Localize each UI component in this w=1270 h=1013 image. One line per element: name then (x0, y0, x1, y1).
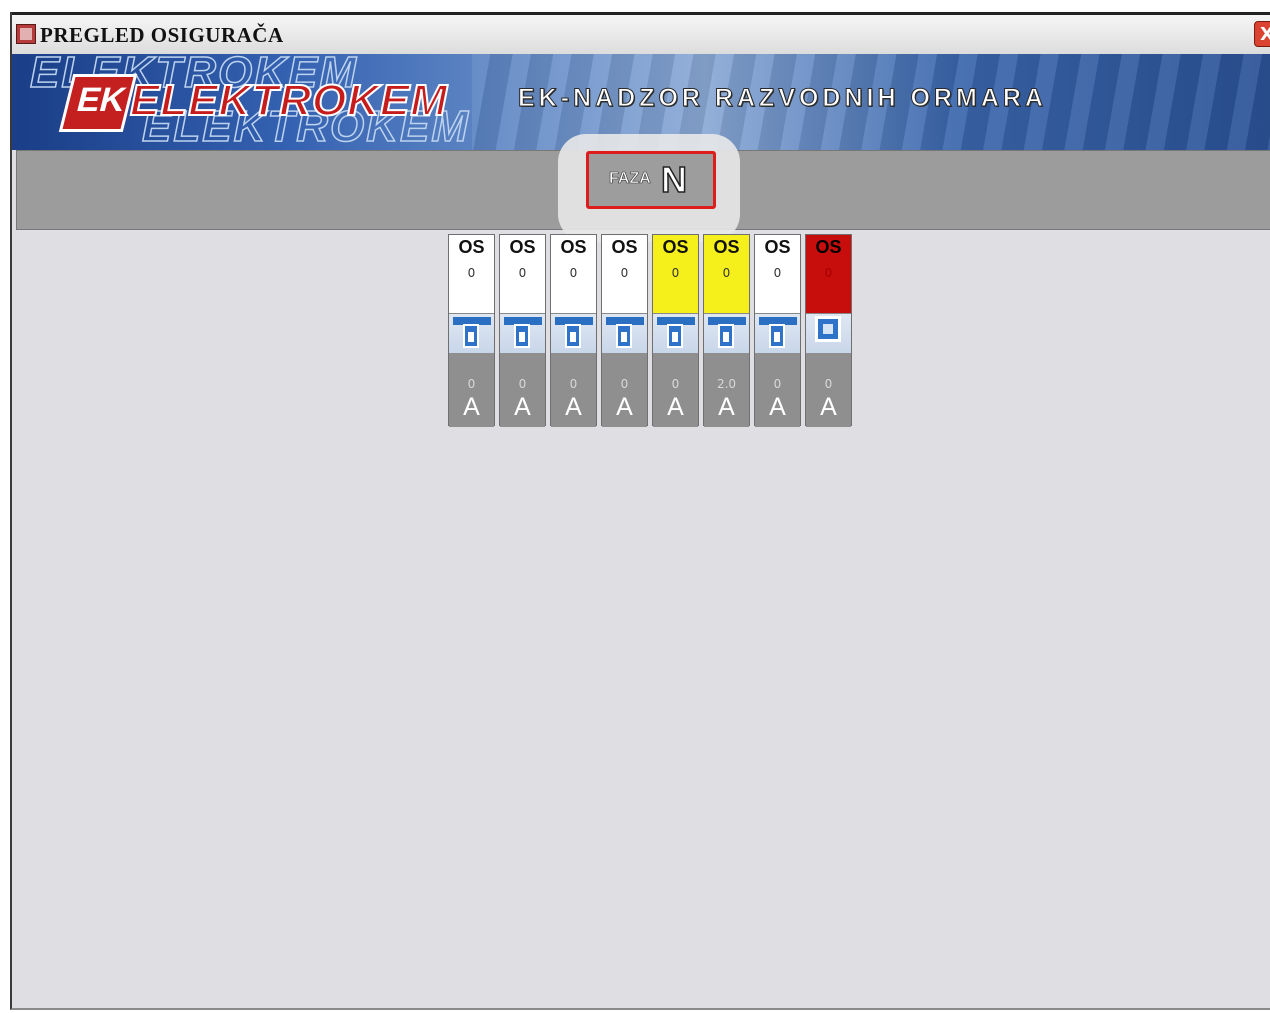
breaker-switch (806, 313, 851, 354)
breaker-switch (602, 313, 647, 354)
fuse-current-value: 0 (518, 377, 527, 391)
fuse-status-panel: OS 0 (602, 235, 647, 319)
breaker-on-icon (718, 324, 734, 348)
ek-logo-icon: EK (58, 74, 138, 132)
fuse-card[interactable]: OS 0 0 A (754, 234, 801, 427)
fuse-current-value: 0 (773, 377, 782, 391)
phase-selector[interactable]: FAZA N (586, 151, 716, 209)
fuse-count: 0 (569, 266, 578, 280)
fuse-status-panel: OS 0 (551, 235, 596, 319)
fuse-count: 0 (824, 266, 833, 280)
fuse-status-panel: OS 0 (653, 235, 698, 319)
fuse-count: 0 (620, 266, 629, 280)
title-bar: PREGLED OSIGURAČA X (12, 12, 1270, 54)
fuse-current-panel: 0A (500, 353, 545, 427)
fuse-card[interactable]: OS 0 2.0 A (703, 234, 750, 427)
fuse-name: OS (815, 237, 842, 257)
fuse-card[interactable]: OS 0 0 A (448, 234, 495, 427)
breaker-on-icon (565, 324, 581, 348)
fuse-status-panel: OS 0 (755, 235, 800, 319)
fuse-count: 0 (671, 266, 680, 280)
fuse-current-value: 0 (467, 377, 476, 391)
fuse-current-unit: A (769, 393, 786, 421)
fuse-current-unit: A (616, 393, 633, 421)
fuse-card[interactable]: OS 0 0 A (550, 234, 597, 427)
fuse-name: OS (611, 237, 638, 257)
fuse-status-panel: OS 0 (806, 235, 851, 319)
fuse-current-panel: 0A (551, 353, 596, 427)
fuse-current-value: 0 (824, 377, 833, 391)
fuse-name: OS (662, 237, 689, 257)
fuse-name: OS (560, 237, 587, 257)
fuse-status-panel: OS 0 (449, 235, 494, 319)
fuse-current-unit: A (667, 393, 684, 421)
fuse-current-panel: 0A (602, 353, 647, 427)
logo-initials: EK (73, 81, 130, 119)
fuse-name: OS (764, 237, 791, 257)
fuse-name: OS (713, 237, 740, 257)
fuse-current-value: 0 (620, 377, 629, 391)
fuse-name: OS (509, 237, 536, 257)
fuse-current-value: 2.0 (716, 377, 737, 391)
breaker-switch (551, 313, 596, 354)
brand-logo-text: ELEKTROKEM (129, 75, 448, 126)
phase-label: FAZA (609, 170, 651, 188)
breaker-switch (704, 313, 749, 354)
fuse-card[interactable]: OS 0 0 A (805, 234, 852, 427)
fuse-current-panel: 0A (449, 353, 494, 427)
breaker-switch (653, 313, 698, 354)
fuse-card[interactable]: OS 0 0 A (499, 234, 546, 427)
breaker-on-icon (616, 324, 632, 348)
fuse-current-value: 0 (671, 377, 680, 391)
fuse-card[interactable]: OS 0 0 A (601, 234, 648, 427)
fuse-current-panel: 0A (806, 353, 851, 427)
fuse-overview-window: PREGLED OSIGURAČA X ELEKTROKEM ELEKTROKE… (10, 12, 1270, 1010)
fuse-count: 0 (467, 266, 476, 280)
fuse-current-unit: A (565, 393, 582, 421)
close-window-button[interactable]: X (1254, 21, 1270, 47)
phase-value: N (660, 158, 688, 201)
breaker-on-icon (463, 324, 479, 348)
java-app-icon (16, 24, 36, 44)
app-title: EK-NADZOR RAZVODNIH ORMARA (518, 84, 1047, 113)
breaker-switch (500, 313, 545, 354)
fuse-status-panel: OS 0 (704, 235, 749, 319)
breaker-switch (755, 313, 800, 354)
fuse-status-panel: OS 0 (500, 235, 545, 319)
fuse-current-unit: A (514, 393, 531, 421)
breaker-on-icon (514, 324, 530, 348)
window-title: PREGLED OSIGURAČA (40, 23, 284, 47)
breaker-tripped-icon (815, 316, 841, 342)
fuse-current-value: 0 (569, 377, 578, 391)
breaker-on-icon (769, 324, 785, 348)
breaker-switch (449, 313, 494, 354)
fuse-count: 0 (722, 266, 731, 280)
fuse-count: 0 (518, 266, 527, 280)
fuse-current-unit: A (463, 393, 480, 421)
fuse-current-unit: A (718, 393, 735, 421)
breaker-on-icon (667, 324, 683, 348)
fuse-current-panel: 0A (653, 353, 698, 427)
fuse-count: 0 (773, 266, 782, 280)
fuse-current-unit: A (820, 393, 837, 421)
fuse-card[interactable]: OS 0 0 A (652, 234, 699, 427)
fuse-current-panel: 2.0 A (704, 353, 749, 427)
fuse-name: OS (458, 237, 485, 257)
fuse-current-panel: 0A (755, 353, 800, 427)
